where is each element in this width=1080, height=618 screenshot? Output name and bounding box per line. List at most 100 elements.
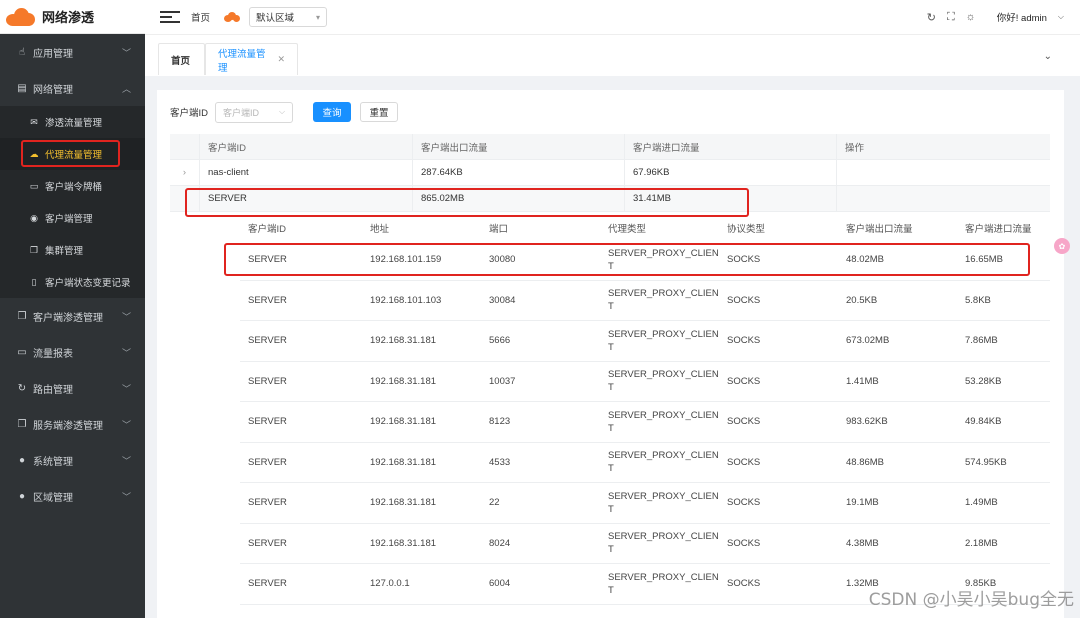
cell-proxy-type: SERVER_PROXY_CLIENT bbox=[600, 490, 719, 516]
sidebar-subitem-0[interactable]: ✉渗透流量管理 bbox=[0, 106, 145, 138]
sidebar-subitem-3[interactable]: ◉客户端管理 bbox=[0, 202, 145, 234]
cell-protocol: SOCKS bbox=[719, 496, 838, 509]
sidebar-item-6[interactable]: ●系统管理﹀ bbox=[0, 442, 145, 478]
cell-protocol: SOCKS bbox=[719, 415, 838, 428]
cell-actions bbox=[837, 186, 1050, 211]
sidebar-subitem-2[interactable]: ▭客户端令牌桶 bbox=[0, 170, 145, 202]
sidebar-item-label: 路由管理 bbox=[33, 381, 122, 396]
cell-client-id: SERVER bbox=[240, 253, 362, 266]
cell-out-traffic: 48.02MB bbox=[838, 253, 957, 266]
table-row: SERVER192.168.31.18110037SERVER_PROXY_CL… bbox=[240, 362, 1050, 403]
reset-button[interactable]: 重置 bbox=[360, 102, 398, 122]
fullscreen-icon[interactable]: ⛶ bbox=[947, 11, 955, 24]
table-row: SERVER192.168.101.15930080SERVER_PROXY_C… bbox=[240, 240, 1050, 281]
sidebar-item-2[interactable]: ❐客户端渗透管理﹀ bbox=[0, 298, 145, 334]
logo: 网络渗透 bbox=[0, 0, 145, 34]
sidebar-subitem-4[interactable]: ❐集群管理 bbox=[0, 234, 145, 266]
cell-proxy-type: SERVER_PROXY_CLIENT bbox=[600, 287, 719, 313]
header-home-link[interactable]: 首页 bbox=[191, 10, 210, 24]
cell-proxy-type: SERVER_PROXY_CLIENT bbox=[600, 530, 719, 556]
expand-chevron-icon[interactable]: › bbox=[170, 160, 200, 185]
sidebar-item-4[interactable]: ↻路由管理﹀ bbox=[0, 370, 145, 406]
sidebar-item-1[interactable]: ▤网络管理︿ bbox=[0, 70, 145, 106]
tabs-bar: 首页 代理流量管理 ✕ ⌄ bbox=[145, 34, 1080, 76]
settings-icon[interactable]: ☼ bbox=[966, 11, 976, 23]
chevron-down-icon[interactable]: ⌄ bbox=[1044, 51, 1052, 62]
column-header: 客户端进口流量 bbox=[957, 223, 1050, 236]
cloud-logo-icon bbox=[6, 7, 36, 27]
sidebar-item-7[interactable]: ●区域管理﹀ bbox=[0, 478, 145, 514]
expand-column bbox=[170, 134, 200, 159]
cell-proxy-type: SERVER_PROXY_CLIENT bbox=[600, 247, 719, 273]
cell-client-id: SERVER bbox=[240, 456, 362, 469]
cell-in-traffic: 7.86MB bbox=[957, 334, 1050, 347]
sidebar-menu: ☝应用管理﹀▤网络管理︿✉渗透流量管理☁代理流量管理▭客户端令牌桶◉客户端管理❐… bbox=[0, 34, 145, 514]
cell-address: 192.168.31.181 bbox=[362, 334, 481, 347]
close-icon[interactable]: ✕ bbox=[277, 54, 285, 65]
tab-proxy-traffic-label: 代理流量管理 bbox=[218, 46, 270, 74]
query-button[interactable]: 查询 bbox=[313, 102, 351, 122]
assistant-badge-icon[interactable]: ✿ bbox=[1054, 238, 1070, 254]
sidebar-item-label: 流量报表 bbox=[33, 345, 122, 360]
table-header: 客户端ID 客户端出口流量 客户端进口流量 操作 bbox=[170, 134, 1050, 160]
chevron-down-icon: ⌵ bbox=[279, 107, 285, 117]
cell-address: 192.168.101.103 bbox=[362, 294, 481, 307]
cell-client-id: SERVER bbox=[240, 415, 362, 428]
cell-protocol: SOCKS bbox=[719, 537, 838, 550]
sidebar-item-label: 区域管理 bbox=[33, 489, 122, 504]
sidebar-subitem-label: 客户端管理 bbox=[45, 211, 93, 225]
menu-toggle-icon[interactable] bbox=[160, 11, 180, 23]
mail-icon: ✉ bbox=[29, 117, 39, 128]
chevron-down-icon: ﹀ bbox=[122, 382, 131, 395]
sidebar-subitem-label: 代理流量管理 bbox=[45, 147, 102, 161]
cell-protocol: SOCKS bbox=[719, 375, 838, 388]
cell-client-id: SERVER bbox=[240, 294, 362, 307]
sidebar-subitem-1[interactable]: ☁ 代理流量管理 bbox=[0, 138, 145, 170]
cell-protocol: SOCKS bbox=[719, 577, 838, 590]
expand-chevron-icon[interactable] bbox=[170, 186, 200, 211]
column-header: 操作 bbox=[837, 134, 1050, 159]
copy-icon: ❐ bbox=[29, 245, 39, 256]
monitor-icon: ▭ bbox=[16, 347, 28, 358]
sidebar: 网络渗透 ☝应用管理﹀▤网络管理︿✉渗透流量管理 ☁ 代理流量管理 ▭客户端令牌桶◉客… bbox=[0, 0, 145, 618]
refresh-icon[interactable]: ↻ bbox=[927, 11, 936, 24]
header-actions: ↻ ⛶ ☼ 你好! admin ⌵ bbox=[927, 0, 1064, 34]
table-row[interactable]: › nas-client 287.64KB 67.96KB bbox=[170, 160, 1050, 186]
cell-out-traffic: 287.64KB bbox=[413, 160, 625, 185]
cell-in-traffic: 5.8KB bbox=[957, 294, 1050, 307]
cell-client-id: SERVER bbox=[200, 186, 413, 211]
cell-address: 127.0.0.1 bbox=[362, 577, 481, 590]
chevron-down-icon: ▾ bbox=[316, 13, 320, 22]
sidebar-item-0[interactable]: ☝应用管理﹀ bbox=[0, 34, 145, 70]
table-row: SERVER192.168.101.10330084SERVER_PROXY_C… bbox=[240, 281, 1050, 322]
cell-client-id: nas-client bbox=[200, 160, 413, 185]
region-select[interactable]: 默认区域 ▾ bbox=[249, 7, 327, 27]
cell-client-id: SERVER bbox=[240, 577, 362, 590]
column-header: 客户端进口流量 bbox=[625, 134, 837, 159]
chevron-down-icon[interactable]: ⌵ bbox=[1058, 12, 1064, 22]
cell-protocol: SOCKS bbox=[719, 294, 838, 307]
user-icon: ● bbox=[16, 455, 28, 466]
column-header: 客户端ID bbox=[200, 134, 413, 159]
cell-proxy-type: SERVER_PROXY_CLIENT bbox=[600, 368, 719, 394]
sidebar-subitem-5[interactable]: ▯客户端状态变更记录 bbox=[0, 266, 145, 298]
cell-protocol: SOCKS bbox=[719, 456, 838, 469]
user-menu[interactable]: 你好! admin bbox=[997, 10, 1047, 24]
sidebar-item-5[interactable]: ❐服务端渗透管理﹀ bbox=[0, 406, 145, 442]
sub-table-body: SERVER192.168.101.15930080SERVER_PROXY_C… bbox=[240, 240, 1050, 605]
chevron-down-icon: ﹀ bbox=[122, 310, 131, 323]
table-row[interactable]: SERVER 865.02MB 31.41MB bbox=[170, 186, 1050, 212]
copy-icon: ❐ bbox=[16, 419, 28, 430]
cell-port: 8123 bbox=[481, 415, 600, 428]
column-header: 客户端ID bbox=[240, 223, 362, 236]
tab-proxy-traffic[interactable]: 代理流量管理 ✕ bbox=[205, 43, 298, 75]
client-id-select[interactable]: 客户端ID ⌵ bbox=[215, 102, 293, 123]
cell-address: 192.168.31.181 bbox=[362, 415, 481, 428]
sidebar-item-3[interactable]: ▭流量报表﹀ bbox=[0, 334, 145, 370]
tab-home[interactable]: 首页 bbox=[158, 43, 205, 75]
cell-in-traffic: 1.49MB bbox=[957, 496, 1050, 509]
sidebar-item-label: 客户端渗透管理 bbox=[33, 309, 122, 324]
cell-port: 4533 bbox=[481, 456, 600, 469]
column-header: 协议类型 bbox=[719, 223, 838, 236]
cloud-icon: ☁ bbox=[29, 149, 39, 160]
